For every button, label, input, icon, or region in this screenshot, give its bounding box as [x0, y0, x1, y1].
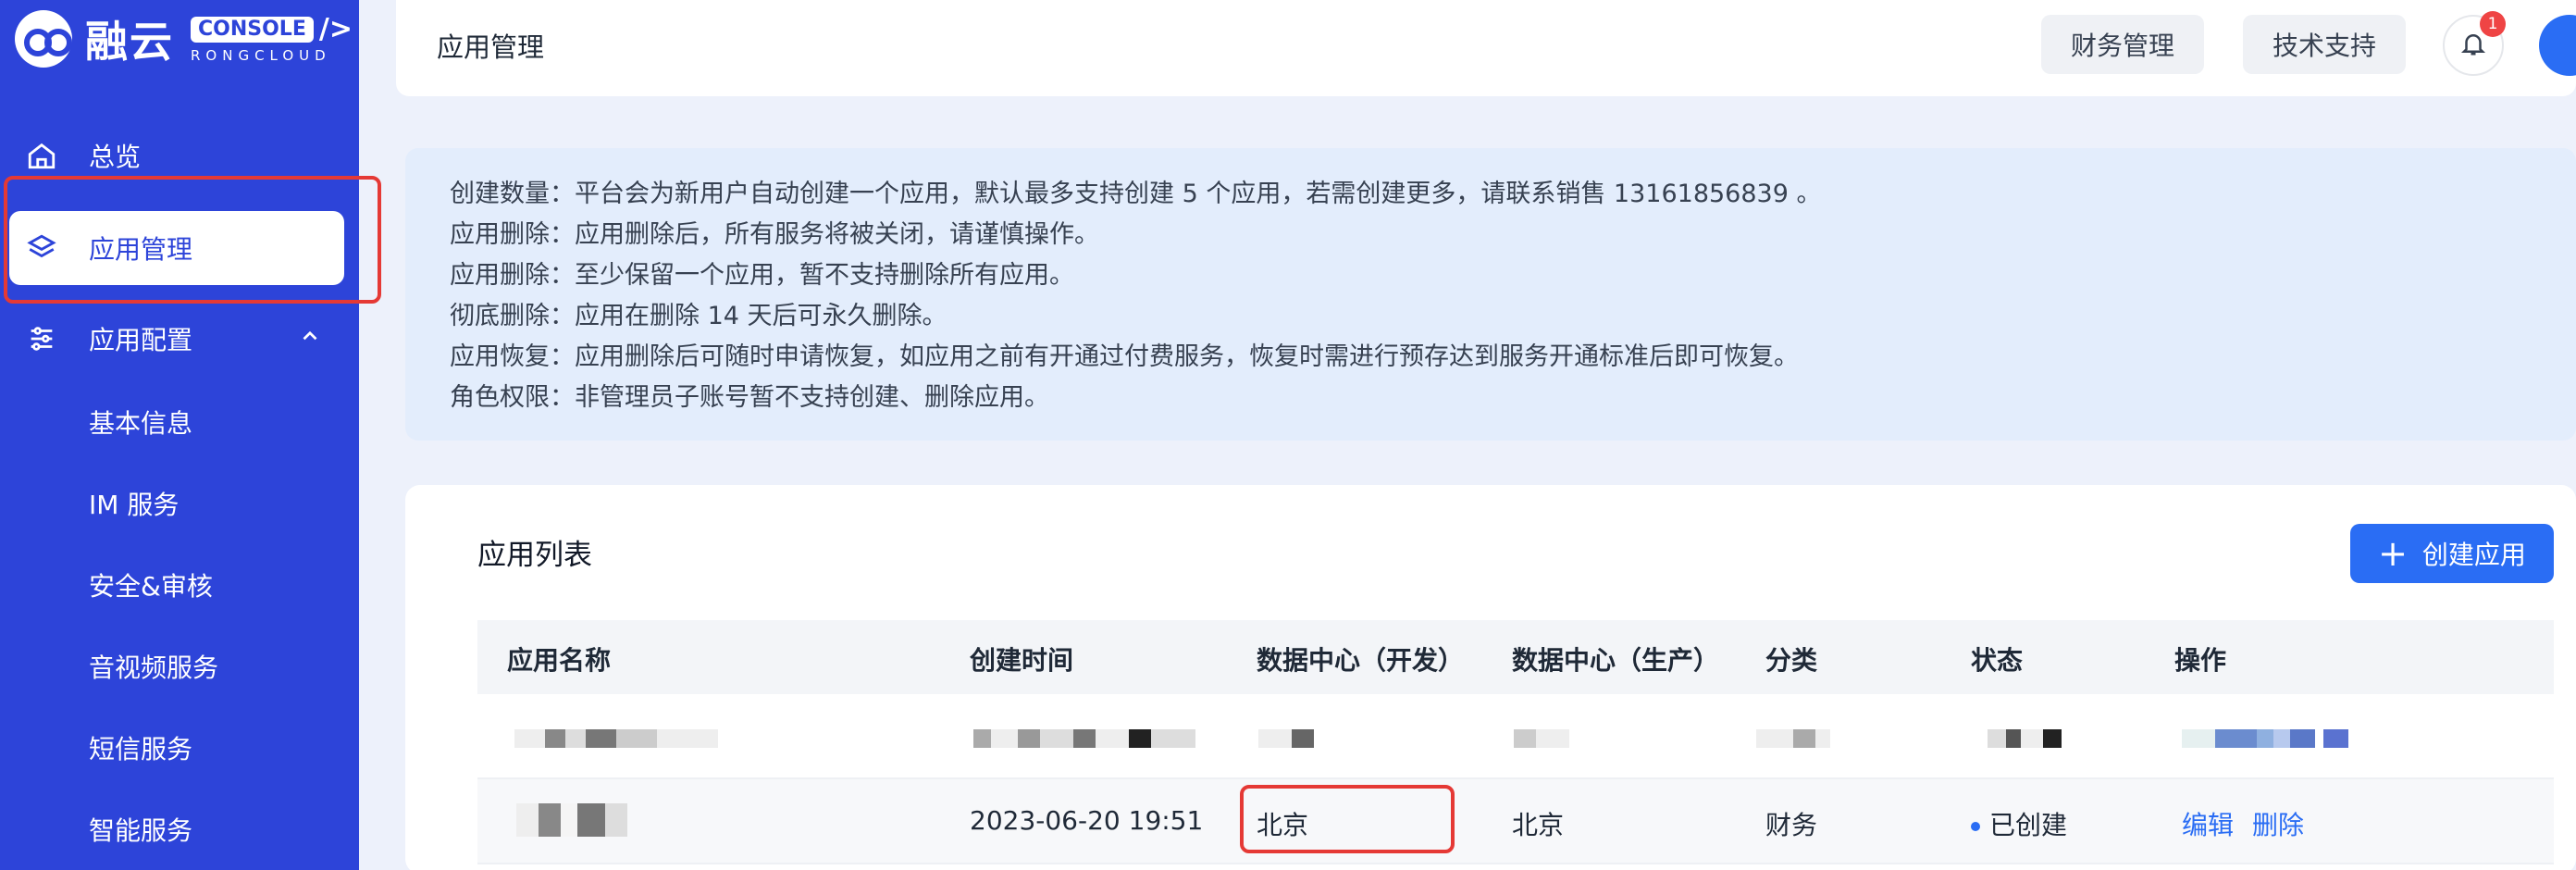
delete-link[interactable]: 删除 — [2252, 810, 2304, 840]
notice-line: 彻底删除：应用在删除 14 天后可永久删除。 — [450, 302, 947, 330]
brand-name: 融云 — [85, 17, 174, 67]
support-button[interactable]: 技术支持 — [2243, 15, 2407, 74]
app-list-title: 应用列表 — [477, 539, 592, 572]
info-notice: 创建数量：平台会为新用户自动创建一个应用，默认最多支持创建 5 个应用，若需创建… — [405, 148, 2576, 441]
sliders-icon — [26, 323, 57, 354]
dc-prod: 北京 — [1512, 810, 1565, 840]
table-row[interactable] — [477, 694, 2554, 779]
col-dc-prod: 数据中心（生产） — [1512, 645, 1720, 676]
brand-console: CONSOLE — [191, 16, 314, 43]
sidebar-item-label: 总览 — [89, 142, 142, 172]
page-title: 应用管理 — [437, 31, 545, 63]
notice-line: 应用删除：至少保留一个应用，暂不支持删除所有应用。 — [450, 261, 1074, 290]
obscured-app-name — [514, 729, 718, 748]
status-dot-icon — [1971, 822, 1980, 831]
obscured-created-time — [973, 729, 1195, 748]
brand-logo[interactable]: 融云 CONSOLE /> RONGCLOUD — [15, 9, 353, 68]
create-app-button[interactable]: + 创建应用 — [2350, 524, 2554, 583]
chevron-up-icon — [298, 324, 322, 354]
sidebar: 融云 CONSOLE /> RONGCLOUD 总览 应用管理 应用配置 基本信… — [0, 0, 381, 870]
col-category: 分类 — [1765, 645, 1818, 676]
finance-button[interactable]: 财务管理 — [2041, 15, 2205, 74]
brand-slash-icon: /> — [318, 12, 353, 45]
plus-icon: + — [2378, 533, 2408, 574]
created-time: 2023-06-20 19:51 — [970, 805, 1204, 836]
notice-line: 应用删除：应用删除后，所有服务将被关闭，请谨慎操作。 — [450, 220, 1099, 249]
notice-line: 应用恢复：应用删除后可随时申请恢复，如应用之前有开通过付费服务，恢复时需进行预存… — [450, 342, 1799, 371]
rongcloud-logo-icon — [15, 10, 72, 68]
edit-link[interactable]: 编辑 — [2182, 810, 2234, 840]
status-label: 已创建 — [1989, 810, 2068, 840]
home-icon — [26, 140, 57, 171]
obscured-category — [1756, 729, 1830, 748]
sidebar-subitem-sms-service[interactable]: 短信服务 — [89, 729, 192, 766]
col-actions: 操作 — [2174, 645, 2227, 676]
create-app-label: 创建应用 — [2421, 540, 2526, 570]
app-list-card: 应用列表 + 创建应用 应用名称 创建时间 数据中心（开发） 数据中心（生产） … — [405, 485, 2576, 870]
notification-badge: 1 — [2480, 11, 2506, 37]
highlight-annotation — [1240, 785, 1455, 853]
obscured-actions — [2182, 729, 2348, 748]
table-header: 应用名称 创建时间 数据中心（开发） 数据中心（生产） 分类 状态 操作 — [477, 620, 2554, 694]
brand-sub: RONGCLOUD — [191, 46, 331, 64]
highlight-annotation — [4, 176, 381, 304]
category: 财务 — [1765, 810, 1818, 840]
obscured-status — [1988, 729, 2062, 748]
bell-icon — [2459, 30, 2487, 61]
sidebar-subitem-smart-service[interactable]: 智能服务 — [89, 811, 192, 848]
status: 已创建 — [1971, 805, 2067, 842]
col-created-time: 创建时间 — [970, 645, 1074, 676]
row-actions: 编辑 删除 — [2182, 805, 2322, 842]
notice-line: 角色权限：非管理员子账号暂不支持创建、删除应用。 — [450, 383, 1049, 412]
col-dc-dev: 数据中心（开发） — [1257, 645, 1465, 676]
col-status: 状态 — [1971, 645, 2024, 676]
sidebar-subitem-im-service[interactable]: IM 服务 — [89, 485, 179, 522]
obscured-dc-prod — [1514, 729, 1569, 748]
sidebar-subitem-basic-info[interactable]: 基本信息 — [89, 404, 192, 441]
obscured-app-name — [516, 803, 627, 837]
sidebar-subitem-av-service[interactable]: 音视频服务 — [89, 648, 218, 685]
sidebar-subitem-security-review[interactable]: 安全&审核 — [89, 566, 213, 603]
sidebar-item-app-config[interactable]: 应用配置 — [0, 304, 359, 374]
col-app-name: 应用名称 — [507, 645, 612, 676]
sidebar-item-label: 应用配置 — [89, 325, 193, 355]
notice-line: 创建数量：平台会为新用户自动创建一个应用，默认最多支持创建 5 个应用，若需创建… — [450, 180, 1822, 208]
table-row[interactable]: 2023-06-20 19:51 北京 北京 财务 已创建 编辑 删除 — [477, 779, 2554, 864]
obscured-dc-dev — [1258, 729, 1314, 748]
